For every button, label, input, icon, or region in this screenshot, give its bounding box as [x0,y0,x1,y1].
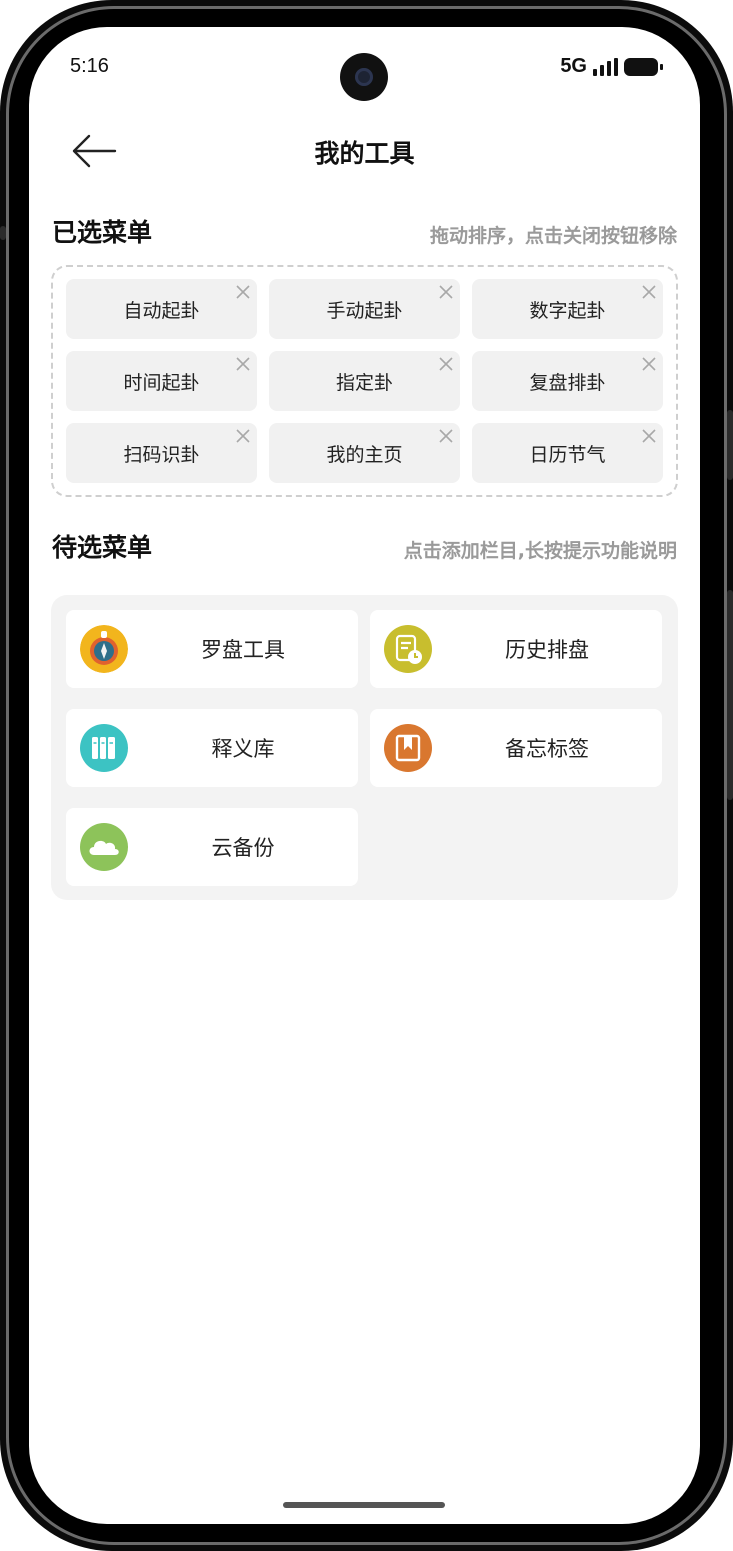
selected-item-label: 数字起卦 [529,299,606,322]
selected-item-label: 时间起卦 [123,371,200,394]
selected-item[interactable]: 手动起卦 [269,279,460,339]
pending-section-title: 待选菜单 [52,533,153,562]
library-books-icon [80,724,128,772]
close-icon[interactable] [438,284,454,300]
pending-section-hint: 点击添加栏目,长按提示功能说明 [403,540,677,562]
front-camera [340,53,388,101]
close-icon[interactable] [641,356,657,372]
selected-item-label: 我的主页 [326,443,403,466]
selected-item[interactable]: 数字起卦 [472,279,663,339]
selected-item-label: 扫码识卦 [123,443,200,466]
pending-item-compass[interactable]: 罗盘工具 [66,610,358,688]
volume-button [727,410,733,480]
close-icon[interactable] [438,356,454,372]
phone-frame: 5:16 5G 我的工具 已选菜单 拖动排序，点击关闭按钮移除 自动起卦 手动起… [0,0,733,1551]
selected-section-title: 已选菜单 [52,218,153,247]
page-title: 我的工具 [314,139,415,168]
pending-item-history[interactable]: 历史排盘 [370,610,662,688]
selected-item[interactable]: 扫码识卦 [66,423,257,483]
selected-item-label: 自动起卦 [123,299,200,322]
battery-icon [624,57,663,76]
history-doc-icon [384,625,432,673]
selected-item[interactable]: 复盘排卦 [472,351,663,411]
pending-item-label: 云备份 [211,836,275,860]
screen: 5:16 5G 我的工具 已选菜单 拖动排序，点击关闭按钮移除 自动起卦 手动起… [29,27,700,1524]
close-icon[interactable] [438,428,454,444]
signal-icon [593,57,618,76]
selected-item-label: 复盘排卦 [529,371,606,394]
selected-section-hint: 拖动排序，点击关闭按钮移除 [429,225,677,247]
selected-item[interactable]: 日历节气 [472,423,663,483]
pending-item-label: 罗盘工具 [201,638,285,662]
close-icon[interactable] [641,284,657,300]
side-button [727,590,733,800]
selected-item[interactable]: 指定卦 [269,351,460,411]
side-notch [0,226,6,240]
close-icon[interactable] [235,428,251,444]
close-icon[interactable] [235,356,251,372]
selected-item[interactable]: 自动起卦 [66,279,257,339]
pending-item-cloud-backup[interactable]: 云备份 [66,808,358,886]
pending-item-label: 备忘标签 [505,737,589,761]
pending-item-library[interactable]: 释义库 [66,709,358,787]
selected-item-label: 手动起卦 [326,299,403,322]
pending-item-memo[interactable]: 备忘标签 [370,709,662,787]
pending-item-label: 历史排盘 [505,638,589,662]
status-time: 5:16 [70,55,109,77]
close-icon[interactable] [235,284,251,300]
close-icon[interactable] [641,428,657,444]
pending-item-label: 释义库 [211,737,275,761]
network-label: 5G [560,55,587,77]
home-indicator[interactable] [283,1502,445,1508]
cloud-icon [80,823,128,871]
compass-icon [80,625,128,673]
selected-item[interactable]: 时间起卦 [66,351,257,411]
bookmark-icon [384,724,432,772]
status-icons: 5G [560,55,663,78]
selected-item-label: 日历节气 [529,443,606,466]
selected-item[interactable]: 我的主页 [269,423,460,483]
selected-item-label: 指定卦 [335,371,393,394]
